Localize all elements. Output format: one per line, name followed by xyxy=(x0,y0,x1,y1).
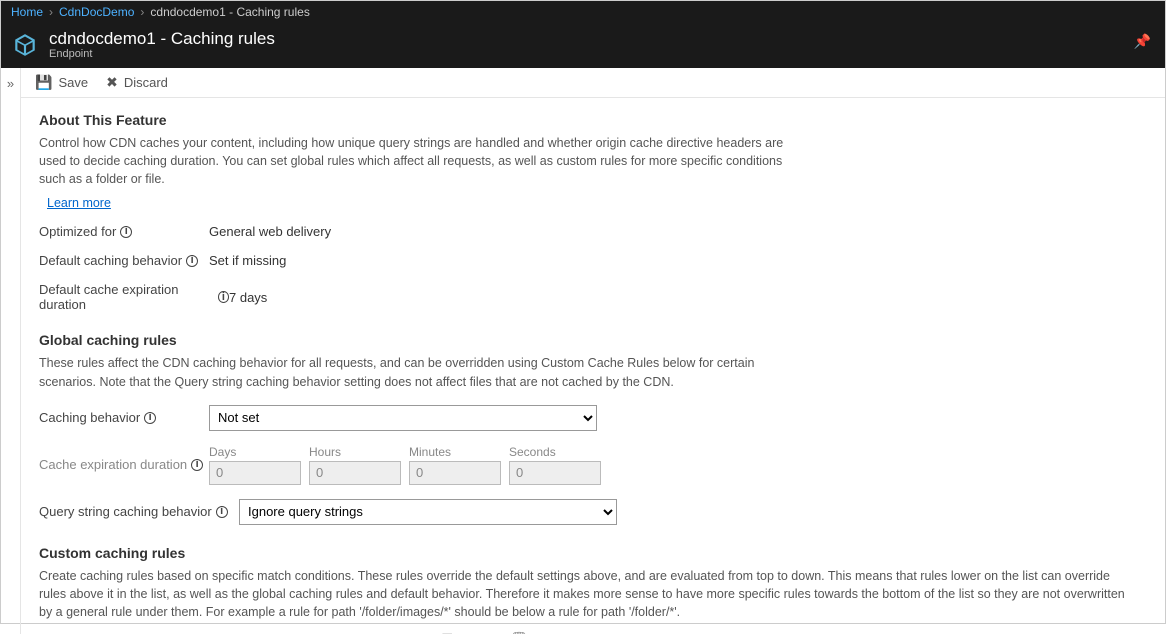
about-description: Control how CDN caches your content, inc… xyxy=(39,134,799,188)
rules-toolbar: ↑Move up ↓Move down ⤒Move to top ⤓Move t… xyxy=(21,621,1165,634)
page-subtitle: Endpoint xyxy=(49,48,275,60)
query-string-label: Query string caching behaviori xyxy=(39,504,239,519)
hours-header: Hours xyxy=(309,445,401,459)
minutes-input xyxy=(409,461,501,485)
query-string-select[interactable]: Ignore query strings xyxy=(239,499,617,525)
expiration-duration-label: Cache expiration durationi xyxy=(39,457,209,472)
hours-input xyxy=(309,461,401,485)
info-icon[interactable]: i xyxy=(218,291,229,303)
breadcrumb-cdn[interactable]: CdnDocDemo xyxy=(59,5,134,19)
info-icon[interactable]: i xyxy=(191,459,203,471)
custom-rules-description: Create caching rules based on specific m… xyxy=(39,567,1139,621)
caching-behavior-label: Caching behaviori xyxy=(39,410,209,425)
breadcrumb-current: cdndocdemo1 - Caching rules xyxy=(150,5,309,19)
discard-label: Discard xyxy=(124,75,168,90)
info-icon[interactable]: i xyxy=(144,412,156,424)
command-bar: 💾 Save ✖ Discard xyxy=(21,68,1165,98)
endpoint-cube-icon xyxy=(11,31,39,59)
days-header: Days xyxy=(209,445,301,459)
global-rules-description: These rules affect the CDN caching behav… xyxy=(39,354,799,390)
custom-rules-heading: Custom caching rules xyxy=(39,545,1147,561)
days-input xyxy=(209,461,301,485)
default-behavior-label: Default caching behaviori xyxy=(39,253,209,268)
info-icon[interactable]: i xyxy=(120,226,132,238)
expand-panel-button[interactable]: » xyxy=(1,68,21,634)
save-button[interactable]: 💾 Save xyxy=(35,74,88,91)
default-duration-value: 7 days xyxy=(229,290,267,305)
save-label: Save xyxy=(58,75,88,90)
minutes-header: Minutes xyxy=(409,445,501,459)
chevron-right-icon: › xyxy=(140,5,144,19)
about-heading: About This Feature xyxy=(39,112,1147,128)
title-bar: cdndocdemo1 - Caching rules Endpoint 📌 xyxy=(1,23,1165,68)
default-duration-label: Default cache expiration durationi xyxy=(39,282,229,312)
discard-icon: ✖ xyxy=(106,74,118,91)
breadcrumb-home[interactable]: Home xyxy=(11,5,43,19)
discard-button[interactable]: ✖ Discard xyxy=(106,74,168,91)
global-rules-heading: Global caching rules xyxy=(39,332,1147,348)
seconds-header: Seconds xyxy=(509,445,601,459)
default-behavior-value: Set if missing xyxy=(209,253,286,268)
caching-behavior-select[interactable]: Not set xyxy=(209,405,597,431)
optimized-for-value: General web delivery xyxy=(209,224,331,239)
seconds-input xyxy=(509,461,601,485)
info-icon[interactable]: i xyxy=(186,255,198,267)
save-icon: 💾 xyxy=(35,74,52,91)
pin-icon[interactable]: 📌 xyxy=(1134,33,1151,50)
breadcrumb: Home › CdnDocDemo › cdndocdemo1 - Cachin… xyxy=(1,1,1165,23)
page-title: cdndocdemo1 - Caching rules xyxy=(49,29,275,49)
info-icon[interactable]: i xyxy=(216,506,228,518)
optimized-for-label: Optimized fori xyxy=(39,224,209,239)
learn-more-link[interactable]: Learn more xyxy=(47,196,111,210)
chevron-right-icon: › xyxy=(49,5,53,19)
